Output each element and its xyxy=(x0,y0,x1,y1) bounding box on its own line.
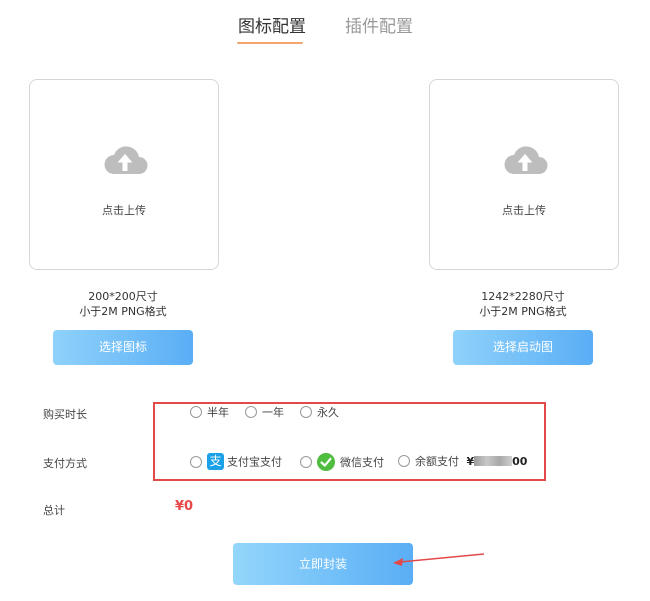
splash-format-line: 小于2M PNG格式 xyxy=(479,305,567,318)
highlight-annotation-box xyxy=(153,402,546,481)
upload-label: 点击上传 xyxy=(502,204,546,217)
tab-icon-config[interactable]: 图标配置 xyxy=(238,14,306,40)
cloud-upload-icon xyxy=(104,146,148,174)
config-tabs: 图标配置 插件配置 xyxy=(0,14,650,48)
icon-size-line: 200*200尺寸 xyxy=(88,290,158,303)
total-value: ¥0 xyxy=(175,499,194,514)
icon-size-hint: 200*200尺寸 小于2M PNG格式 xyxy=(29,289,217,319)
duration-label: 购买时长 xyxy=(43,408,87,421)
total-label: 总计 xyxy=(43,504,65,517)
select-splash-button[interactable]: 选择启动图 xyxy=(453,330,593,365)
upload-label: 点击上传 xyxy=(102,204,146,217)
red-arrow-annotation xyxy=(393,553,485,566)
tab-plugin-config[interactable]: 插件配置 xyxy=(345,14,413,40)
payment-label: 支付方式 xyxy=(43,457,87,470)
splash-size-hint: 1242*2280尺寸 小于2M PNG格式 xyxy=(429,289,617,319)
icon-format-line: 小于2M PNG格式 xyxy=(79,305,167,318)
splash-size-line: 1242*2280尺寸 xyxy=(481,290,565,303)
active-tab-indicator xyxy=(237,42,303,44)
select-icon-button[interactable]: 选择图标 xyxy=(53,330,193,365)
cloud-upload-icon xyxy=(504,146,548,174)
splash-upload-area[interactable]: 点击上传 xyxy=(429,79,619,270)
icon-upload-area[interactable]: 点击上传 xyxy=(29,79,219,270)
